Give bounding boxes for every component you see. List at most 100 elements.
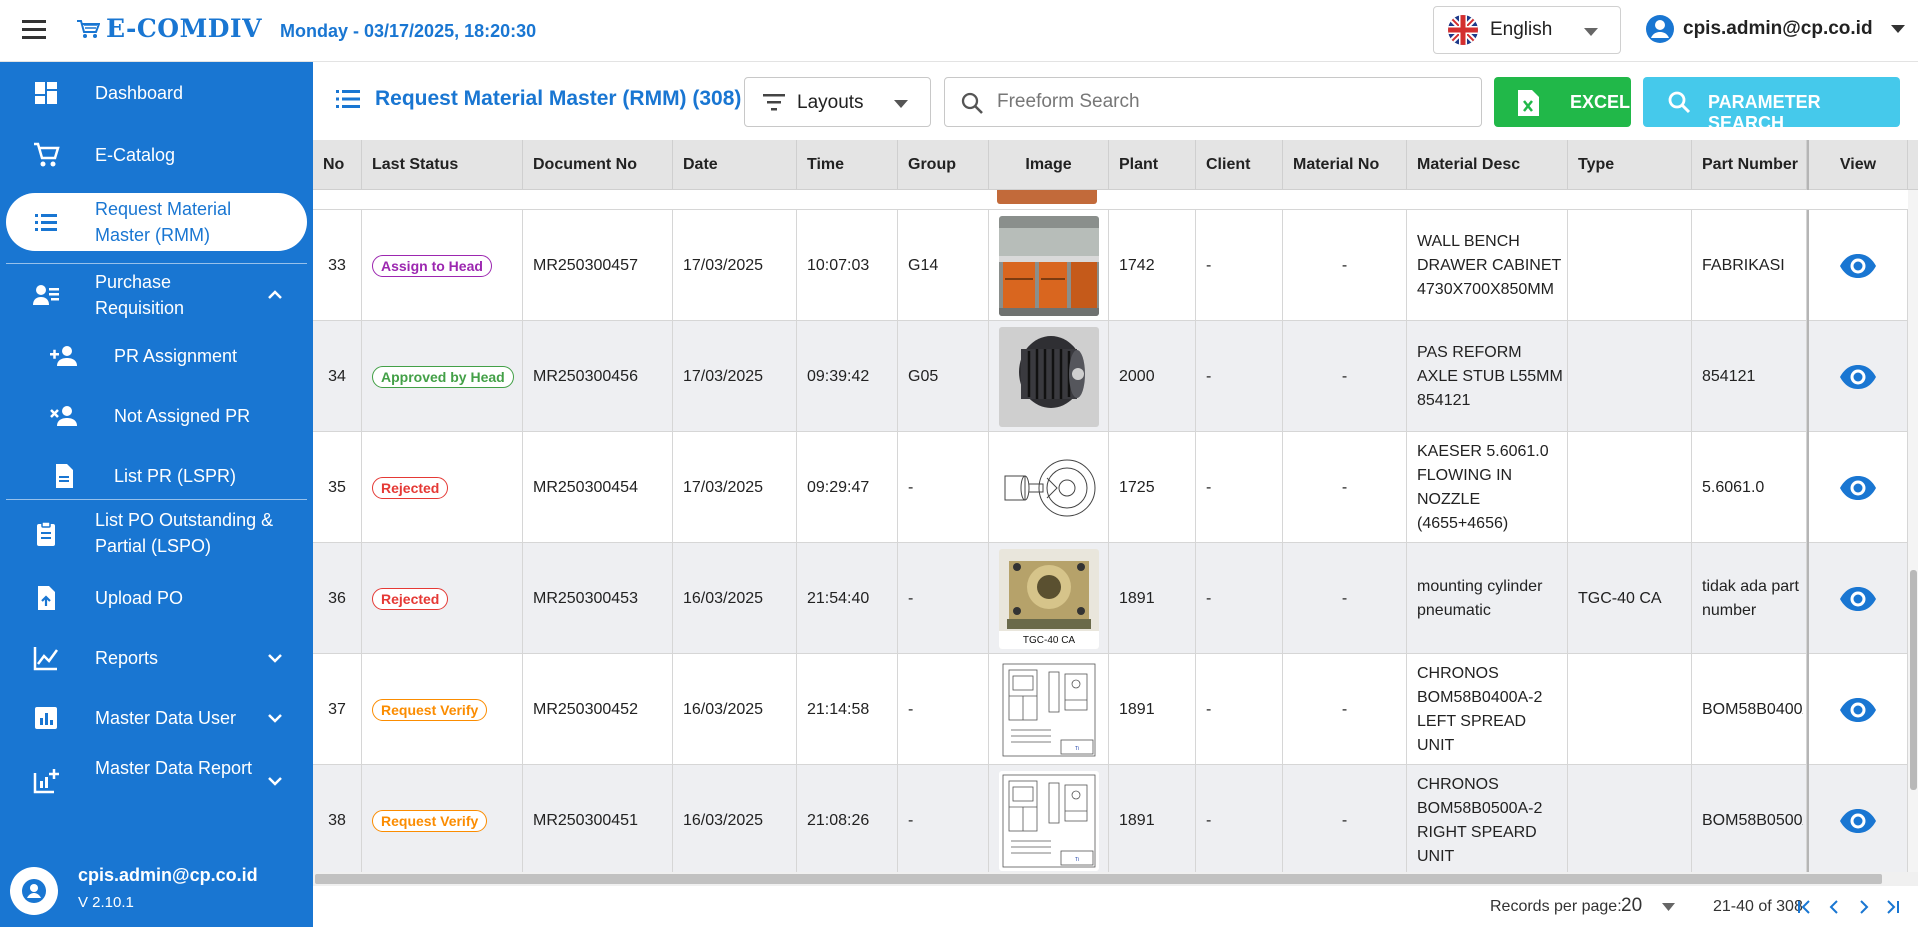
cell-image — [989, 432, 1109, 543]
material-image[interactable] — [998, 437, 1099, 538]
cell-part-number: 854121 — [1692, 321, 1807, 432]
cell-text: 34 — [328, 367, 346, 385]
svg-text:Ti: Ti — [1075, 746, 1079, 752]
table-row[interactable]: 33 Assign to Head MR250300457 17/03/2025 10:… — [313, 210, 1918, 321]
view-eye-icon[interactable] — [1839, 586, 1877, 612]
cell-text: FABRIKASI — [1702, 256, 1785, 274]
status-badge: Approved by Head — [372, 365, 514, 388]
sidebar-item-purchase-requisition[interactable]: Purchase Requisition — [0, 264, 313, 326]
sidebar-item-list-pr[interactable]: List PR (LSPR) — [0, 446, 313, 506]
parameter-search-label: PARAMETER SEARCH — [1708, 92, 1821, 133]
sidebar-item-label: Reports — [95, 648, 159, 668]
previous-page-icon[interactable] — [1823, 896, 1845, 918]
vertical-scrollbar-thumb[interactable] — [1910, 570, 1917, 790]
material-image[interactable] — [998, 215, 1099, 316]
view-eye-icon[interactable] — [1839, 253, 1877, 279]
horizontal-scrollbar[interactable] — [313, 872, 1918, 886]
material-image[interactable]: Ti — [998, 770, 1099, 871]
sidebar-item-master-data-user[interactable]: Master Data User — [0, 688, 313, 748]
sidebar-item-dashboard[interactable]: Dashboard — [0, 62, 313, 124]
records-per-page-select[interactable]: 20 — [1621, 895, 1642, 917]
cell-document-no: MR250300452 — [523, 654, 673, 765]
cell-text: - — [1206, 589, 1212, 607]
excel-export-button[interactable]: EXCEL — [1494, 77, 1631, 127]
column-header-part-number[interactable]: Part Number — [1692, 140, 1807, 190]
material-image[interactable]: TGC-40 CA — [998, 548, 1099, 649]
cell-text: PAS REFORM AXLE STUB L55MM 854121 — [1417, 343, 1563, 409]
column-header-plant[interactable]: Plant — [1109, 140, 1196, 190]
column-header-document-no[interactable]: Document No — [523, 140, 673, 190]
first-page-icon[interactable] — [1793, 896, 1815, 918]
user-menu[interactable]: cpis.admin@cp.co.id — [1645, 14, 1905, 44]
column-header-material-no[interactable]: Material No — [1283, 140, 1407, 190]
table-row-partial — [313, 190, 1918, 210]
column-header-date[interactable]: Date — [673, 140, 797, 190]
sidebar-item-label: Upload PO — [95, 588, 184, 608]
cell-group: - — [898, 765, 989, 872]
sidebar-item-ecatalog[interactable]: E-Catalog — [0, 124, 313, 186]
column-header-type[interactable]: Type — [1568, 140, 1692, 190]
material-image[interactable] — [998, 326, 1099, 427]
column-header-time[interactable]: Time — [797, 140, 898, 190]
sidebar-item-pr-assignment[interactable]: PR Assignment — [0, 326, 313, 386]
sidebar-user[interactable]: cpis.admin@cp.co.id V 2.10.1 — [0, 853, 313, 927]
cell-text: tidak ada part number — [1702, 577, 1799, 619]
search-input[interactable] — [997, 78, 1467, 126]
hamburger-icon[interactable] — [20, 17, 50, 43]
column-header-last-status[interactable]: Last Status — [362, 140, 523, 190]
parameter-search-button[interactable]: PARAMETER SEARCH — [1643, 77, 1900, 133]
freeform-search[interactable] — [944, 77, 1482, 127]
column-header-client[interactable]: Client — [1196, 140, 1283, 190]
sidebar-item-lspo[interactable]: List PO Outstanding & Partial (LSPO) — [0, 500, 313, 568]
image-caption: TGC-40 CA — [1022, 635, 1075, 646]
cell-text: 1891 — [1119, 700, 1155, 718]
vertical-scrollbar[interactable] — [1908, 190, 1918, 872]
column-header-view[interactable]: View — [1807, 140, 1908, 190]
column-header-group[interactable]: Group — [898, 140, 989, 190]
cell-date: 16/03/2025 — [673, 654, 797, 765]
cell-last-status: Rejected — [362, 432, 523, 543]
sidebar-item-label: Request Material Master (RMM) — [95, 199, 232, 245]
cell-text: - — [1206, 367, 1212, 385]
cell-plant: 1891 — [1109, 765, 1196, 872]
sidebar-item-upload-po[interactable]: Upload PO — [0, 568, 313, 628]
rmm-table: 33 Assign to Head MR250300457 17/03/2025 10:… — [313, 140, 1918, 872]
chevron-down-icon — [268, 654, 282, 663]
next-page-icon[interactable] — [1853, 896, 1875, 918]
cell-document-no: MR250300454 — [523, 432, 673, 543]
table-row[interactable]: 36 Rejected MR250300453 16/03/2025 21:54:40 -… — [313, 543, 1918, 654]
sidebar-item-reports[interactable]: Reports — [0, 628, 313, 688]
table-row[interactable]: 34 Approved by Head MR250300456 17/03/2025 0… — [313, 321, 1918, 432]
last-page-icon[interactable] — [1882, 896, 1904, 918]
cell-document-no: MR250300453 — [523, 543, 673, 654]
caret-down-icon[interactable] — [1662, 903, 1675, 911]
table-row[interactable]: 37 Request Verify MR250300452 16/03/2025 21:… — [313, 654, 1918, 765]
table-row[interactable]: 38 Request Verify MR250300451 16/03/2025 21:… — [313, 765, 1918, 872]
cell-text: 33 — [328, 256, 346, 274]
sidebar-item-not-assigned-pr[interactable]: Not Assigned PR — [0, 386, 313, 446]
cell-client: - — [1196, 432, 1283, 543]
view-eye-icon[interactable] — [1839, 364, 1877, 390]
column-header-image[interactable]: Image — [989, 140, 1109, 190]
column-header-no[interactable]: No — [313, 140, 362, 190]
view-eye-icon[interactable] — [1839, 697, 1877, 723]
language-select[interactable]: English — [1433, 6, 1621, 54]
cell-text: 38 — [328, 811, 346, 829]
view-eye-icon[interactable] — [1839, 808, 1877, 834]
sidebar-item-label: PR Assignment — [114, 346, 238, 366]
column-header-material-desc[interactable]: Material Desc — [1407, 140, 1568, 190]
brand-logo[interactable]: E-COMDIV — [76, 14, 262, 43]
material-image[interactable]: Ti — [998, 659, 1099, 760]
cell-group: - — [898, 432, 989, 543]
sidebar-item-rmm[interactable]: Request Material Master (RMM) — [0, 193, 313, 251]
records-per-page-label: Records per page: — [1490, 898, 1622, 915]
sidebar-item-label: Not Assigned PR — [114, 406, 251, 426]
horizontal-scrollbar-thumb[interactable] — [315, 874, 1882, 884]
sidebar-item-master-data-report[interactable]: Master Data Report — [0, 748, 313, 814]
table-row[interactable]: 35 Rejected MR250300454 17/03/2025 09:29:47 -… — [313, 432, 1918, 543]
report-add-icon — [33, 769, 59, 794]
cell-plant: 1725 — [1109, 432, 1196, 543]
cell-text: - — [1206, 478, 1212, 496]
view-eye-icon[interactable] — [1839, 475, 1877, 501]
layouts-select[interactable]: Layouts — [744, 77, 931, 127]
